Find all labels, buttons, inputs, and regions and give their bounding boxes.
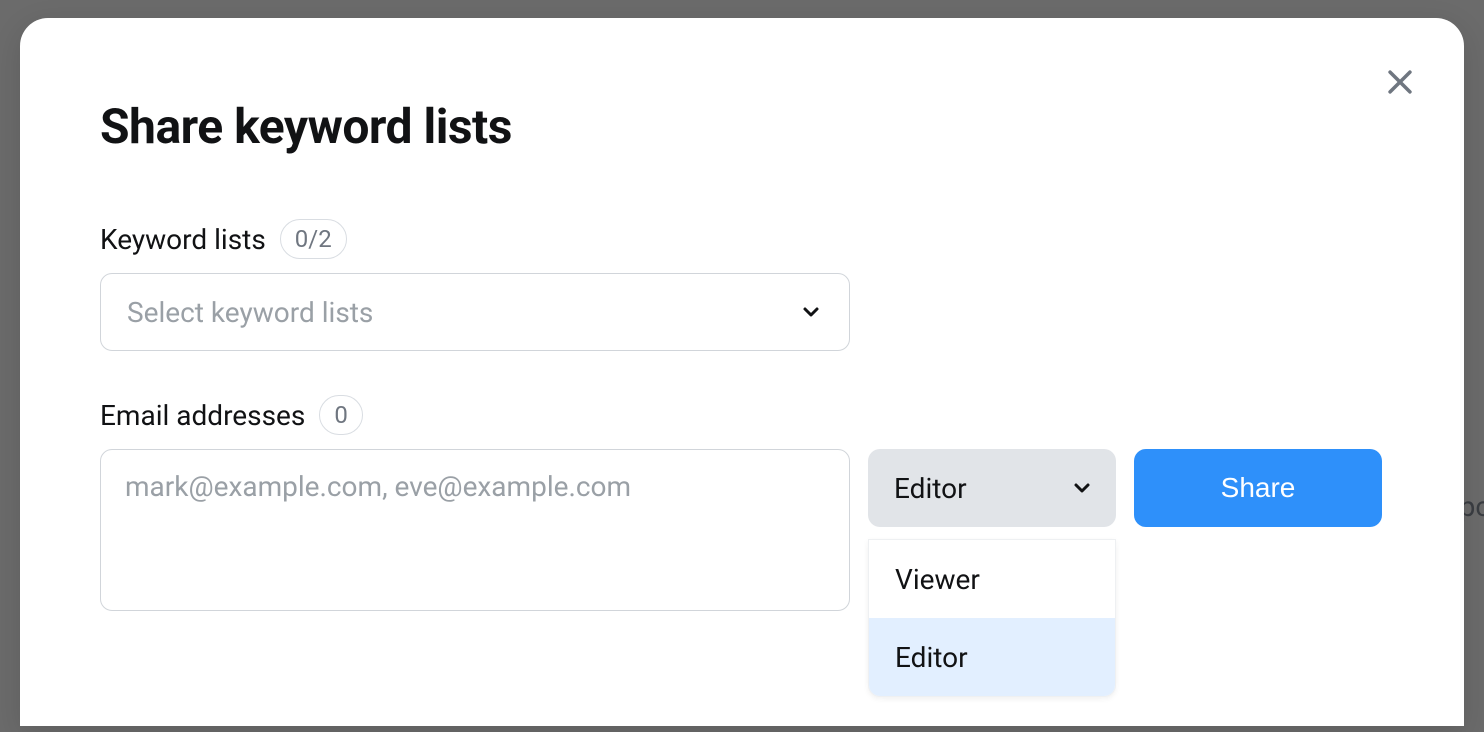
email-input[interactable] [100,449,850,611]
share-modal: Share keyword lists Keyword lists 0/2 Se… [20,18,1464,726]
keyword-lists-count-badge: 0/2 [280,219,347,259]
keyword-lists-placeholder: Select keyword lists [127,296,373,329]
close-icon [1383,65,1417,99]
role-option-viewer[interactable]: Viewer [869,540,1115,618]
email-label: Email addresses [100,399,305,432]
keyword-lists-label: Keyword lists [100,223,266,256]
modal-title: Share keyword lists [100,98,1384,155]
keyword-lists-label-row: Keyword lists 0/2 [100,219,1384,259]
email-count-badge: 0 [319,395,363,435]
email-row: Editor Share Viewer Editor [100,449,1384,611]
share-button[interactable]: Share [1134,449,1382,527]
role-option-editor[interactable]: Editor [869,618,1115,696]
keyword-lists-field: Keyword lists 0/2 Select keyword lists [100,219,1384,351]
role-selected-label: Editor [894,472,967,505]
role-select[interactable]: Editor [868,449,1116,527]
email-addresses-field: Email addresses 0 Editor Share Viewer Ed… [100,395,1384,611]
close-button[interactable] [1380,62,1420,102]
chevron-down-icon [799,300,823,324]
email-label-row: Email addresses 0 [100,395,1384,435]
chevron-down-icon [1070,476,1094,500]
role-dropdown: Viewer Editor [868,539,1116,697]
keyword-lists-select[interactable]: Select keyword lists [100,273,850,351]
